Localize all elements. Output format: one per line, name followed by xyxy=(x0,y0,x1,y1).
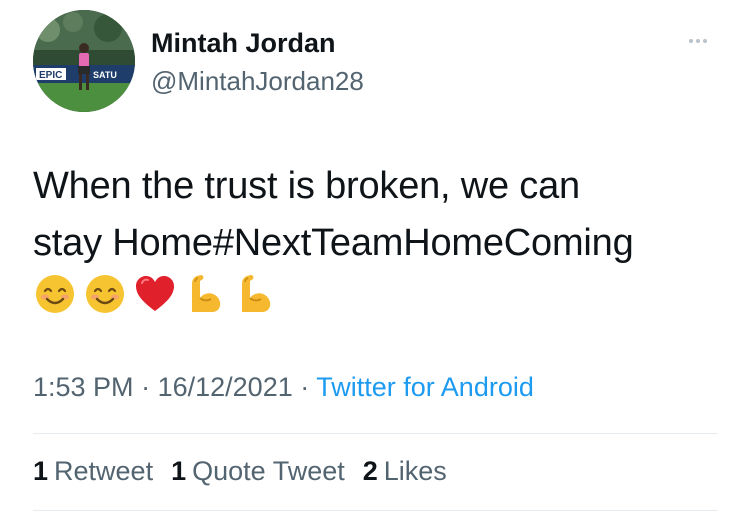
tweet-text-line: When the trust is broken, we can xyxy=(33,165,580,207)
red-heart-icon xyxy=(136,276,174,311)
likes-label: Likes xyxy=(383,456,447,486)
tweet-source-link[interactable]: Twitter for Android xyxy=(316,372,534,402)
quote-tweets-stat[interactable]: 1 Quote Tweet xyxy=(171,456,345,487)
tweet-meta: 1:53 PM · 16/12/2021 · Twitter for Andro… xyxy=(33,372,534,403)
likes-count: 2 xyxy=(362,456,378,486)
smiling-face-icon xyxy=(86,275,124,313)
meta-separator: · xyxy=(300,372,310,402)
tweet-text: When the trust is broken, we can stay Ho… xyxy=(33,158,733,272)
meta-separator: · xyxy=(141,372,151,402)
more-dot-icon xyxy=(696,39,700,43)
tweet-card: EPIC SATU Mintah Jordan @MintahJordan28 … xyxy=(0,0,750,514)
quote-tweets-count: 1 xyxy=(171,456,187,486)
retweets-stat[interactable]: 1 Retweet xyxy=(33,456,153,487)
tweet-stats: 1 Retweet 1 Quote Tweet 2 Likes xyxy=(33,456,447,487)
divider xyxy=(33,433,718,434)
retweets-count: 1 xyxy=(33,456,49,486)
flexed-biceps-icon xyxy=(242,275,271,312)
divider xyxy=(33,510,718,511)
tweet-date[interactable]: 16/12/2021 xyxy=(158,372,293,402)
avatar-banner-text: SATU xyxy=(93,70,117,80)
retweets-label: Retweet xyxy=(54,456,154,486)
avatar-banner-text: EPIC xyxy=(39,70,62,81)
flexed-biceps-icon xyxy=(192,275,221,312)
more-dot-icon xyxy=(689,39,693,43)
tweet-time[interactable]: 1:53 PM xyxy=(33,372,134,402)
likes-stat[interactable]: 2 Likes xyxy=(363,456,447,487)
more-options-button[interactable] xyxy=(678,28,718,54)
user-handle[interactable]: @MintahJordan28 xyxy=(151,66,364,97)
smiling-face-icon xyxy=(36,275,74,313)
quote-tweets-label: Quote Tweet xyxy=(192,456,345,486)
more-dot-icon xyxy=(703,39,707,43)
tweet-text-line: stay Home#NextTeamHomeComing xyxy=(33,222,634,264)
avatar[interactable]: EPIC SATU xyxy=(33,10,135,112)
emoji-row xyxy=(33,272,277,316)
user-name[interactable]: Mintah Jordan xyxy=(151,28,336,59)
